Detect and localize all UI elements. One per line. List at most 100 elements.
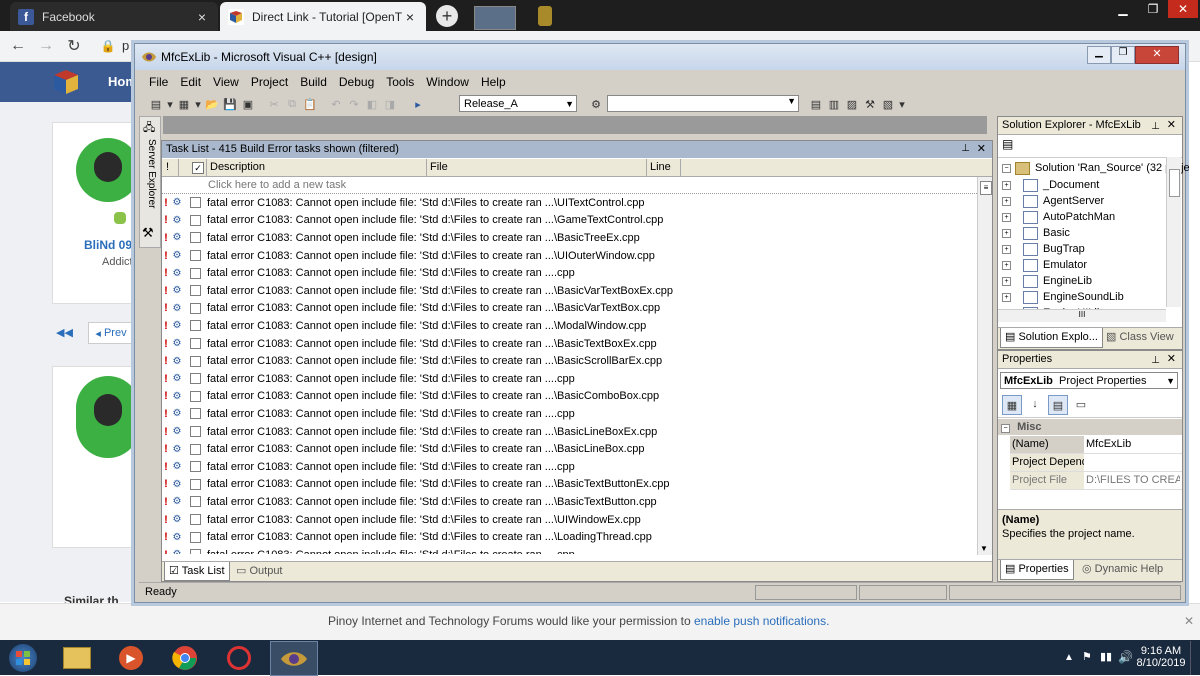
- categorized-icon[interactable]: ▦: [1002, 395, 1022, 415]
- first-page-icon[interactable]: ◀◀: [56, 326, 73, 339]
- properties-toolbar-icon[interactable]: ▤: [1002, 137, 1013, 151]
- column-file[interactable]: File: [430, 161, 448, 173]
- avatar[interactable]: [76, 138, 140, 202]
- toolbar-options-icon[interactable]: ▾: [897, 95, 907, 113]
- show-hidden-icons[interactable]: ▲: [1064, 652, 1074, 663]
- maximize-icon[interactable]: ❐: [1138, 0, 1168, 18]
- task-checkbox[interactable]: [190, 408, 201, 420]
- menu-tools[interactable]: Tools: [380, 72, 420, 92]
- undo-icon[interactable]: ↶: [327, 95, 345, 113]
- forward-icon[interactable]: →: [36, 36, 56, 56]
- site-logo-icon[interactable]: [52, 68, 80, 96]
- prev-button[interactable]: ◂ Prev: [88, 322, 134, 344]
- new-project-icon[interactable]: ▤: [147, 95, 165, 113]
- menu-build[interactable]: Build: [294, 72, 333, 92]
- site-nav-home[interactable]: Hom: [108, 74, 137, 89]
- task-checkbox[interactable]: [190, 355, 201, 367]
- properties-icon[interactable]: ▥: [825, 95, 843, 113]
- solution-explorer-icon[interactable]: ▤: [807, 95, 825, 113]
- add-task-placeholder[interactable]: Click here to add a new task: [208, 179, 346, 191]
- solution-config-select[interactable]: Release_A ▼: [459, 95, 577, 112]
- project-node[interactable]: + Emulator: [1002, 257, 1087, 273]
- menu-edit[interactable]: Edit: [174, 72, 207, 92]
- property-value[interactable]: MfcExLib: [1086, 436, 1131, 453]
- pin-icon[interactable]: ⊥: [1151, 352, 1160, 369]
- task-checkbox[interactable]: [190, 338, 201, 350]
- pin-icon[interactable]: ⊥: [1151, 118, 1160, 135]
- task-row[interactable]: !⚙fatal error C1083: Cannot open include…: [162, 388, 977, 406]
- dropdown-arrow-icon[interactable]: ▾: [193, 95, 203, 113]
- task-checkbox[interactable]: [190, 443, 201, 455]
- object-select[interactable]: MfcExLib Project Properties ▼: [1000, 372, 1178, 389]
- menu-view[interactable]: View: [207, 72, 245, 92]
- expand-icon[interactable]: +: [1002, 180, 1011, 190]
- dropdown-arrow-icon[interactable]: ▾: [165, 95, 175, 113]
- task-checkbox[interactable]: [190, 267, 201, 279]
- expand-icon[interactable]: +: [1002, 196, 1011, 206]
- class-view-icon[interactable]: ▧: [879, 95, 897, 113]
- toolbox-tools-icon[interactable]: ⚒: [142, 225, 154, 241]
- properties-view-icon[interactable]: ▤: [1048, 395, 1068, 415]
- tab-solution-explorer[interactable]: ▤ Solution Explo...: [1000, 328, 1103, 348]
- flag-icon[interactable]: ⚑: [1082, 650, 1092, 663]
- show-desktop-button[interactable]: [1190, 641, 1200, 675]
- close-icon[interactable]: ✕: [977, 142, 986, 155]
- menu-file[interactable]: File: [143, 72, 174, 92]
- category-misc[interactable]: − Misc: [998, 419, 1182, 435]
- task-checkbox[interactable]: [190, 285, 201, 297]
- expand-icon[interactable]: +: [1002, 260, 1011, 270]
- pin-icon[interactable]: ⊥: [961, 143, 970, 154]
- close-icon[interactable]: ×: [194, 9, 210, 25]
- property-value[interactable]: D:\FILES TO CREATE: [1086, 472, 1180, 489]
- menu-help[interactable]: Help: [475, 72, 512, 92]
- task-row[interactable]: !⚙fatal error C1083: Cannot open include…: [162, 458, 977, 476]
- open-file-icon[interactable]: 📂: [203, 95, 221, 113]
- column-description[interactable]: Description: [210, 161, 265, 173]
- collapse-icon[interactable]: −: [1001, 424, 1010, 433]
- task-row[interactable]: !⚙fatal error C1083: Cannot open include…: [162, 300, 977, 318]
- close-icon[interactable]: ✕: [1167, 117, 1176, 134]
- tab-output[interactable]: ▭ Output: [232, 562, 287, 580]
- back-icon[interactable]: ←: [8, 36, 28, 56]
- task-row[interactable]: !⚙fatal error C1083: Cannot open include…: [162, 405, 977, 423]
- avatar-2[interactable]: [76, 376, 140, 458]
- find-in-files-icon[interactable]: ⚙: [587, 95, 605, 113]
- tab-task-list[interactable]: ☑ Task List: [164, 562, 230, 581]
- task-row[interactable]: !⚙fatal error C1083: Cannot open include…: [162, 335, 977, 353]
- project-node[interactable]: + AgentServer: [1002, 193, 1104, 209]
- project-node[interactable]: + _Document: [1002, 177, 1099, 193]
- project-node[interactable]: + EngineLib: [1002, 273, 1092, 289]
- file-explorer-icon[interactable]: [54, 641, 100, 674]
- collapse-icon[interactable]: −: [1002, 163, 1011, 173]
- user-name[interactable]: BliNd 09: [84, 238, 132, 252]
- task-checkbox[interactable]: [190, 214, 201, 226]
- tab-class-view[interactable]: ▧ Class View: [1102, 328, 1178, 347]
- start-button[interactable]: [4, 641, 42, 674]
- add-item-icon[interactable]: ▦: [175, 95, 193, 113]
- expand-icon[interactable]: +: [1002, 244, 1011, 254]
- task-row[interactable]: !⚙fatal error C1083: Cannot open include…: [162, 511, 977, 529]
- navigate-forward-icon[interactable]: ◨: [381, 95, 399, 113]
- close-icon[interactable]: ×: [402, 9, 418, 25]
- task-checkbox[interactable]: [190, 232, 201, 244]
- close-icon[interactable]: ✕: [1167, 351, 1176, 368]
- expand-icon[interactable]: +: [1002, 292, 1011, 302]
- vc-close-button[interactable]: ✕: [1135, 46, 1179, 64]
- solution-node[interactable]: − Solution 'Ran_Source' (32 proje: [1002, 161, 1190, 175]
- server-explorer-strip[interactable]: 🖧 Server Explorer ⚒: [139, 116, 161, 248]
- task-checkbox[interactable]: [190, 390, 201, 402]
- save-all-icon[interactable]: ▣: [239, 95, 257, 113]
- task-row[interactable]: !⚙fatal error C1083: Cannot open include…: [162, 546, 977, 554]
- task-row[interactable]: !⚙fatal error C1083: Cannot open include…: [162, 528, 977, 546]
- task-checkbox[interactable]: [190, 197, 201, 209]
- task-row[interactable]: !⚙fatal error C1083: Cannot open include…: [162, 194, 977, 212]
- task-row[interactable]: !⚙fatal error C1083: Cannot open include…: [162, 212, 977, 230]
- navigate-back-icon[interactable]: ◧: [363, 95, 381, 113]
- menu-window[interactable]: Window: [420, 72, 475, 92]
- menu-debug[interactable]: Debug: [333, 72, 380, 92]
- task-checkbox[interactable]: [190, 302, 201, 314]
- property-pages-icon[interactable]: ▭: [1072, 395, 1090, 413]
- property-row[interactable]: Project File D:\FILES TO CREATE: [1010, 472, 1182, 490]
- task-row[interactable]: !⚙fatal error C1083: Cannot open include…: [162, 282, 977, 300]
- column-line[interactable]: Line: [650, 161, 671, 173]
